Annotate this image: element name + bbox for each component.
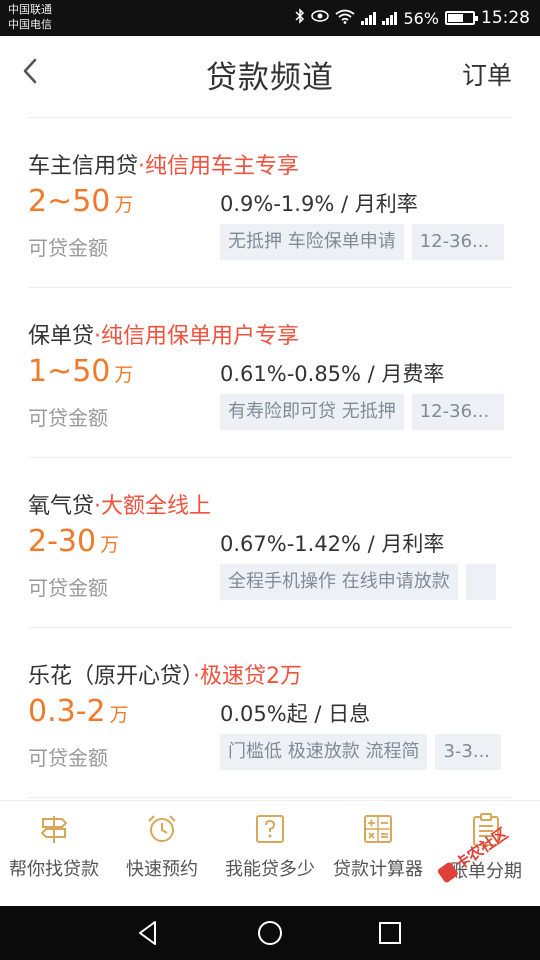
loan-tags: 门槛低 极速放款 流程简 3-3... (220, 734, 502, 770)
amount-label: 可贷金额 (28, 406, 108, 430)
loan-rate: 0.05%起 / 日息 (220, 702, 371, 726)
loan-slogan: ·纯信用车主专享 (138, 154, 300, 179)
amount-label: 可贷金额 (28, 746, 108, 770)
loan-tag: 无抵押 车险保单申请 (220, 224, 404, 260)
loan-slogan: ·极速贷2万 (193, 664, 303, 689)
amount-value: 1~50 (28, 354, 111, 389)
amount-unit: 万 (109, 704, 129, 726)
loan-tags: 无抵押 车险保单申请 12-36... (220, 224, 504, 260)
tab-label: 快速预约 (126, 859, 198, 880)
tab-quick-booking[interactable]: 快速预约 (108, 801, 216, 907)
battery-percent: 56% (403, 8, 439, 28)
amount-unit: 万 (114, 364, 134, 386)
loan-name: 保单贷 (28, 324, 95, 349)
amount-unit: 万 (114, 194, 134, 216)
loan-rate: 0.67%-1.42% / 月利率 (220, 532, 445, 556)
system-navigation-bar (0, 906, 540, 960)
tab-label: 我能贷多少 (225, 859, 315, 880)
app-header: 贷款频道 订单 (0, 36, 540, 118)
loan-slogan: ·大额全线上 (94, 494, 212, 519)
home-circle-icon[interactable] (255, 918, 285, 948)
signal-icon (382, 11, 398, 25)
loan-tag: 全程手机操作 在线申请放款 (220, 564, 458, 600)
loan-amount: 2-30 万 (28, 524, 119, 559)
loan-tag: 有寿险即可贷 无抵押 (220, 394, 404, 430)
carrier-label-2: 中国电信 (8, 18, 52, 31)
recents-square-icon[interactable] (375, 918, 405, 948)
carrier-label-1: 中国联通 (8, 3, 52, 16)
loan-card[interactable]: 保单贷·纯信用保单用户专享 1~50 万 0.61%-0.85% / 月费率 可贷… (28, 288, 512, 458)
loan-name: 氧气贷 (28, 494, 95, 519)
loan-rate: 0.9%-1.9% / 月利率 (220, 192, 418, 216)
status-bar: 中国联通 中国电信 56% 15:28 (0, 0, 540, 36)
loan-title: 车主信用贷·纯信用车主专享 (28, 148, 299, 180)
loan-title: 氧气贷·大额全线上 (28, 488, 211, 520)
clock: 15:28 (481, 8, 530, 28)
loan-amount: 1~50 万 (28, 354, 133, 389)
loan-amount: 2~50 万 (28, 184, 133, 219)
loan-tag (465, 564, 496, 600)
loan-tag: 门槛低 极速放款 流程简 (220, 734, 428, 770)
eye-icon (311, 10, 330, 26)
loan-tags: 全程手机操作 在线申请放款 (220, 564, 496, 600)
loan-title: 保单贷·纯信用保单用户专享 (28, 318, 299, 350)
loan-tag: 3-3... (435, 734, 502, 770)
loan-tag: 12-36... (411, 224, 504, 260)
amount-value: 0.3-2 (28, 694, 106, 729)
loan-name: 乐花（原开心贷） (28, 664, 194, 689)
loan-tags: 有寿险即可贷 无抵押 12-36... (220, 394, 504, 430)
loan-card[interactable]: 车主信用贷·纯信用车主专享 2~50 万 0.9%-1.9% / 月利率 可贷金额… (28, 118, 512, 288)
page-title: 贷款频道 (206, 60, 334, 96)
tab-label: 帮你找贷款 (9, 859, 99, 880)
alarm-clock-icon (148, 815, 176, 842)
loan-card[interactable]: 乐花（原开心贷）·极速贷2万 0.3-2 万 0.05%起 / 日息 可贷金额 门… (28, 628, 512, 798)
loan-name: 车主信用贷 (28, 154, 139, 179)
status-icons: 56% 15:28 (295, 0, 530, 36)
loan-list: 车主信用贷·纯信用车主专享 2~50 万 0.9%-1.9% / 月利率 可贷金额… (0, 118, 540, 798)
wifi-icon (335, 9, 355, 28)
amount-label: 可贷金额 (28, 236, 108, 260)
tab-how-much[interactable]: 我能贷多少 (216, 801, 324, 907)
tab-find-loan[interactable]: 帮你找贷款 (0, 801, 108, 907)
amount-value: 2~50 (28, 184, 111, 219)
battery-fill (448, 14, 463, 22)
loan-tag: 12-36... (411, 394, 504, 430)
amount-value: 2-30 (28, 524, 97, 559)
tab-label: 贷款计算器 (333, 859, 423, 880)
signpost-icon (40, 816, 68, 843)
loan-rate: 0.61%-0.85% / 月费率 (220, 362, 445, 386)
back-triangle-icon[interactable] (133, 918, 163, 948)
amount-unit: 万 (100, 534, 120, 556)
calculator-icon (364, 815, 392, 843)
signal-icon (361, 11, 377, 25)
question-icon (256, 815, 284, 843)
bluetooth-icon (295, 8, 305, 28)
loan-title: 乐花（原开心贷）·极速贷2万 (28, 658, 302, 690)
loan-card[interactable]: 氧气贷·大额全线上 2-30 万 0.67%-1.42% / 月利率 可贷金额 全… (28, 458, 512, 628)
tab-calculator[interactable]: 贷款计算器 (324, 801, 432, 907)
loan-amount: 0.3-2 万 (28, 694, 129, 729)
battery-icon (445, 11, 478, 25)
loan-slogan: ·纯信用保单用户专享 (94, 324, 300, 349)
amount-label: 可贷金额 (28, 576, 108, 600)
orders-button[interactable]: 订单 (462, 56, 512, 92)
